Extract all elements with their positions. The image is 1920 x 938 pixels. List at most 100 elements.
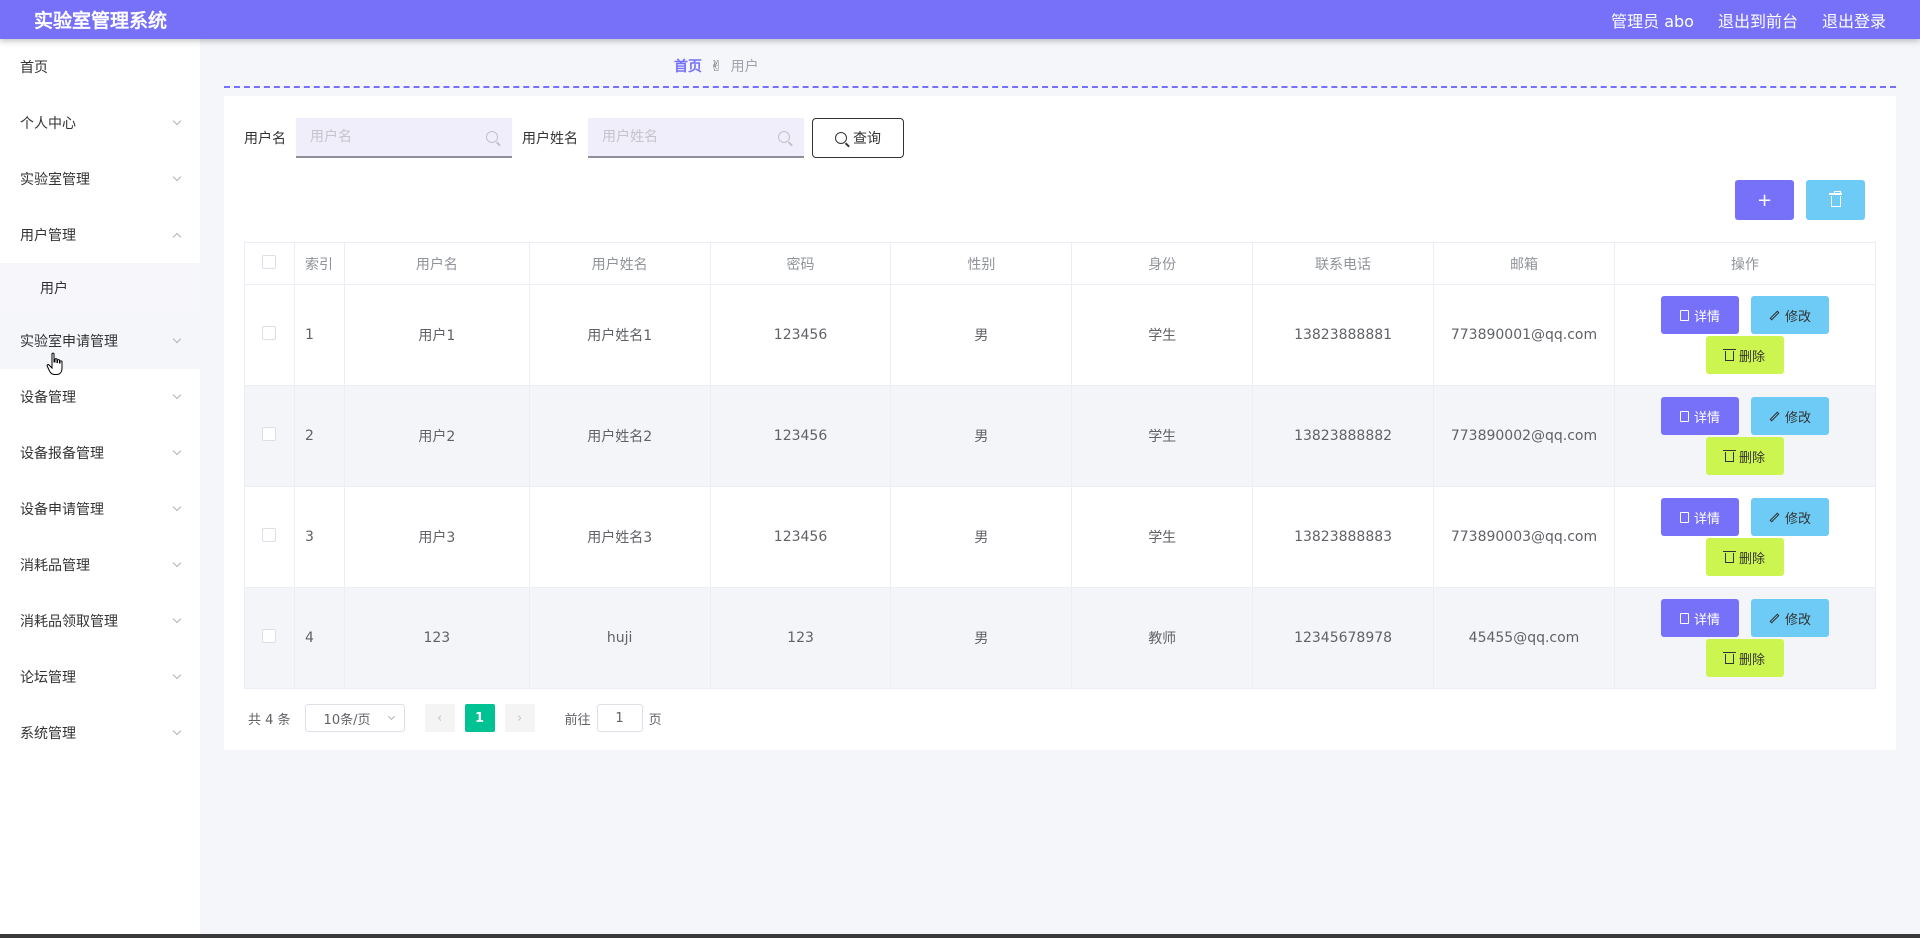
sidebar-item-equipment-application[interactable]: 设备申请管理 (0, 481, 200, 537)
sidebar-item-forum[interactable]: 论坛管理 (0, 649, 200, 705)
delete-button-label: 删除 (1738, 349, 1765, 365)
prev-page-button[interactable]: ‹ (424, 704, 455, 732)
row-checkbox[interactable] (262, 629, 277, 643)
row-checkbox[interactable] (262, 326, 277, 340)
delete-button[interactable]: 删除 (1705, 639, 1784, 677)
sidebar-item-label: 用户管理 (20, 228, 76, 244)
index-cell: 3 (293, 486, 345, 588)
top-header-bar: 实验室管理系统 管理员 abo 退出到前台 退出登录 (0, 0, 1920, 39)
sidebar-item-home[interactable]: 首页 (0, 39, 200, 95)
delete-button[interactable]: 删除 (1705, 437, 1784, 475)
edit-button[interactable]: 修改 (1750, 498, 1829, 536)
back-to-front-link[interactable]: 退出到前台 (1718, 8, 1798, 32)
query-button[interactable]: 查询 (812, 118, 904, 158)
gender-cell: 男 (890, 486, 1073, 588)
actions-cell: 详情 修改 删除 (1613, 486, 1877, 588)
password-cell: 123456 (709, 486, 892, 588)
sidebar-item-label: 消耗品领取管理 (20, 614, 118, 630)
password-cell: 123456 (709, 385, 892, 487)
logout-link[interactable]: 退出登录 (1822, 8, 1886, 32)
batch-delete-button[interactable] (1806, 180, 1865, 220)
chevron-down-icon (172, 502, 182, 512)
pen-icon (1769, 613, 1780, 623)
edit-button[interactable]: 修改 (1750, 599, 1829, 637)
sidebar-item-label: 设备申请管理 (20, 502, 104, 518)
row-actions: 详情 修改 删除 (1645, 498, 1845, 576)
header-actions: 管理员 abo 退出到前台 退出登录 (1611, 8, 1886, 32)
sidebar-item-consumables[interactable]: 消耗品管理 (0, 537, 200, 593)
sidebar-item-lab-application[interactable]: 实验室申请管理 (0, 313, 200, 369)
realname-cell: 用户姓名3 (528, 486, 711, 588)
email-cell: 773890003@qq.com (1433, 486, 1615, 588)
chevron-down-icon (172, 558, 182, 568)
column-header: 操作 (1613, 242, 1877, 285)
page-number-button[interactable]: 1 (464, 704, 495, 732)
detail-button[interactable]: 详情 (1660, 397, 1739, 435)
gender-cell: 男 (890, 284, 1073, 386)
sidebar-item-personal-center[interactable]: 个人中心 (0, 95, 200, 151)
row-checkbox[interactable] (262, 427, 277, 441)
sidebar-item-lab-management[interactable]: 实验室管理 (0, 151, 200, 207)
sidebar-item-equipment[interactable]: 设备管理 (0, 369, 200, 425)
detail-button[interactable]: 详情 (1660, 296, 1739, 334)
username-cell: 用户3 (343, 486, 530, 588)
row-select-cell (244, 486, 295, 588)
table-row: 4 123 huji 123 男 教师 12345678978 45455@qq… (244, 587, 1877, 689)
breadcrumb: 首页 ✌ 用户 (674, 56, 759, 76)
sidebar-item-label: 设备管理 (20, 390, 76, 406)
select-all-checkbox[interactable] (262, 254, 277, 269)
add-button[interactable]: + (1735, 180, 1794, 220)
username-search-field[interactable] (296, 118, 512, 158)
chevron-down-icon (172, 614, 182, 624)
detail-button-label: 详情 (1693, 410, 1720, 426)
breadcrumb-home[interactable]: 首页 (674, 56, 702, 76)
realname-search-input[interactable] (602, 129, 762, 145)
pen-icon (1769, 411, 1780, 421)
goto-page: 前往 页 (565, 704, 662, 732)
page-size-select[interactable]: 10条/页 (304, 704, 405, 732)
goto-page-input[interactable] (596, 704, 643, 732)
realname-search-label: 用户姓名 (522, 131, 578, 147)
column-header: 邮箱 (1433, 242, 1615, 285)
edit-button[interactable]: 修改 (1750, 397, 1829, 435)
sidebar-item-label: 系统管理 (20, 726, 76, 742)
content-panel: 用户名 用户姓名 查询 + 索引 用户名 用户姓名 密码 性别 (224, 96, 1896, 750)
sidebar-item-consumable-pickup[interactable]: 消耗品领取管理 (0, 593, 200, 649)
search-icon (778, 131, 790, 143)
chevron-down-icon (172, 334, 182, 344)
chevron-down-icon (172, 172, 182, 182)
edit-button-label: 修改 (1784, 410, 1811, 426)
next-page-button[interactable]: › (504, 704, 535, 732)
column-header: 性别 (890, 242, 1073, 285)
edit-button[interactable]: 修改 (1750, 296, 1829, 334)
delete-button[interactable]: 删除 (1705, 538, 1784, 576)
sidebar-item-system[interactable]: 系统管理 (0, 705, 200, 761)
detail-button-label: 详情 (1693, 612, 1720, 628)
trash-icon (1722, 551, 1736, 563)
pen-icon (1769, 310, 1780, 320)
sidebar-item-user-management[interactable]: 用户管理 (0, 207, 200, 263)
delete-button-label: 删除 (1738, 652, 1765, 668)
role-cell: 学生 (1071, 385, 1254, 487)
phone-cell: 13823888881 (1252, 284, 1435, 386)
row-checkbox[interactable] (262, 528, 277, 542)
index-cell: 2 (293, 385, 345, 487)
delete-button[interactable]: 删除 (1705, 336, 1784, 374)
row-select-cell (244, 385, 295, 487)
email-cell: 45455@qq.com (1433, 587, 1615, 689)
gender-cell: 男 (890, 587, 1073, 689)
chevron-down-icon (172, 670, 182, 680)
sidebar-subitem-user[interactable]: 用户 (0, 263, 200, 313)
detail-button[interactable]: 详情 (1660, 498, 1739, 536)
chevron-down-icon (172, 390, 182, 400)
username-search-label: 用户名 (244, 131, 286, 147)
detail-button[interactable]: 详情 (1660, 599, 1739, 637)
document-icon (1679, 410, 1689, 422)
delete-button-label: 删除 (1738, 551, 1765, 567)
realname-search-field[interactable] (588, 118, 804, 158)
username-search-input[interactable] (310, 129, 470, 145)
goto-suffix: 页 (648, 712, 662, 728)
trash-icon (1722, 349, 1736, 361)
sidebar-item-equipment-report[interactable]: 设备报备管理 (0, 425, 200, 481)
column-header: 联系电话 (1252, 242, 1435, 285)
